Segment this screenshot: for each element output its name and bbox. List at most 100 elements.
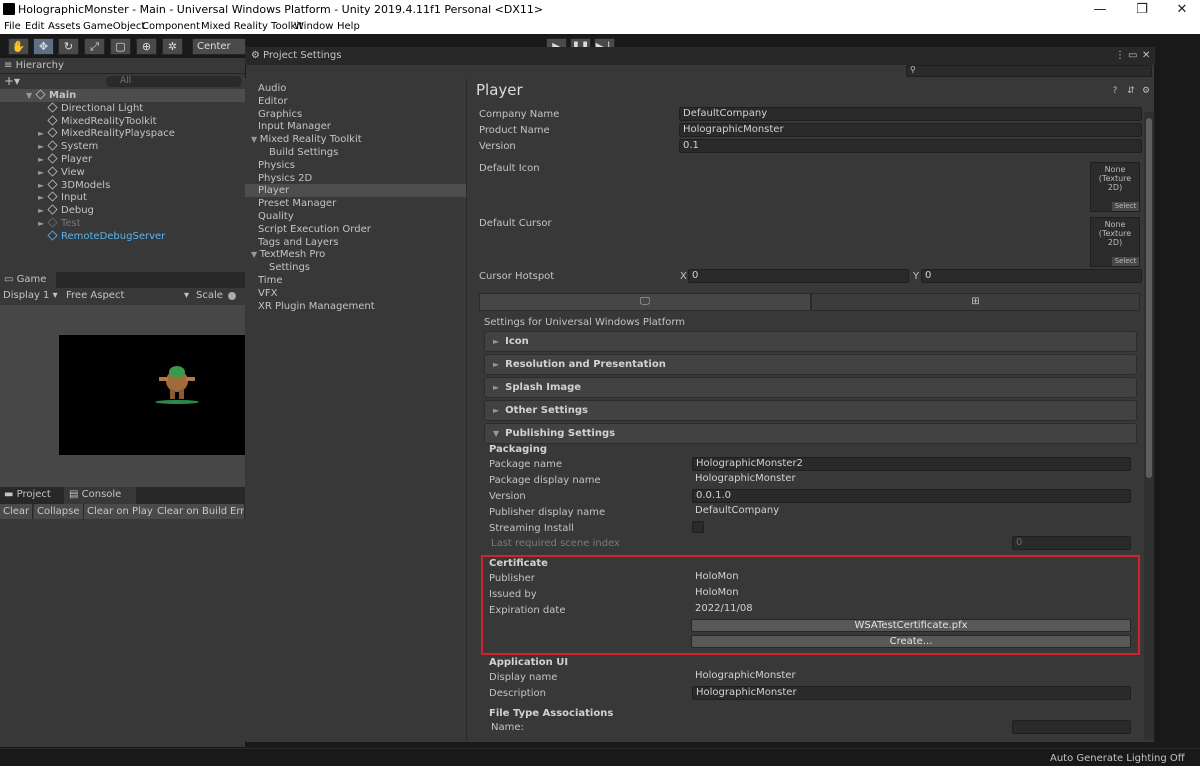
menu-component[interactable]: Component bbox=[142, 19, 200, 34]
add-object-icon[interactable]: +▾ bbox=[4, 74, 20, 89]
settings-category[interactable]: Script Execution Order bbox=[245, 223, 466, 236]
minimize-icon[interactable]: — bbox=[1080, 0, 1120, 19]
settings-category[interactable]: VFX bbox=[245, 287, 466, 300]
menu-assets[interactable]: Assets bbox=[48, 19, 81, 34]
console-clear-button[interactable]: Clear bbox=[0, 504, 34, 519]
publishing-section[interactable]: ▼ Publishing Settings bbox=[484, 423, 1137, 444]
settings-category[interactable]: ▼ Mixed Reality Toolkit bbox=[245, 133, 466, 146]
close-panel-icon[interactable]: ✕ bbox=[1142, 47, 1150, 65]
settings-category[interactable]: Input Manager bbox=[245, 120, 466, 133]
hierarchy-item[interactable]: ► Debug bbox=[0, 204, 245, 217]
settings-category[interactable]: XR Plugin Management bbox=[245, 300, 466, 313]
settings-category[interactable]: Physics bbox=[245, 159, 466, 172]
icon-section[interactable]: ► Icon bbox=[484, 331, 1137, 352]
foldout-arrow-icon[interactable]: ► bbox=[38, 191, 48, 204]
resolution-section[interactable]: ► Resolution and Presentation bbox=[484, 354, 1137, 375]
console-collapse-button[interactable]: Collapse bbox=[34, 504, 84, 519]
window-options-icon[interactable]: ⋮ bbox=[1115, 47, 1125, 65]
foldout-arrow-icon[interactable]: ► bbox=[38, 153, 48, 166]
hierarchy-item[interactable]: ► Player bbox=[0, 153, 245, 166]
company-name-field[interactable]: DefaultCompany bbox=[679, 107, 1142, 121]
package-version-field[interactable]: 0.0.1.0 bbox=[692, 489, 1131, 503]
maximize-panel-icon[interactable]: ▭ bbox=[1128, 47, 1137, 65]
uwp-platform-tab[interactable]: ⊞ bbox=[811, 293, 1140, 311]
move-tool-icon[interactable]: ✥ bbox=[33, 38, 54, 55]
hotspot-y-field[interactable]: 0 bbox=[921, 269, 1142, 283]
hotspot-x-field[interactable]: 0 bbox=[688, 269, 909, 283]
transform-tool-icon[interactable]: ⊕ bbox=[136, 38, 157, 55]
hierarchy-item[interactable]: ► 3DModels bbox=[0, 179, 245, 192]
custom-tool-icon[interactable]: ✲ bbox=[162, 38, 183, 55]
streaming-install-checkbox[interactable] bbox=[692, 521, 704, 533]
settings-category[interactable]: ▼ TextMesh Pro bbox=[245, 248, 466, 261]
scale-tool-icon[interactable]: ⤢ bbox=[84, 38, 105, 55]
other-settings-section[interactable]: ► Other Settings bbox=[484, 400, 1137, 421]
foldout-arrow-icon[interactable]: ► bbox=[38, 140, 48, 153]
settings-category[interactable]: Physics 2D bbox=[245, 172, 466, 185]
hierarchy-item[interactable]: ► System bbox=[0, 140, 245, 153]
hierarchy-search-input[interactable]: All bbox=[106, 76, 242, 87]
display-dropdown[interactable]: Display 1 ▾ bbox=[3, 290, 58, 301]
settings-search-input[interactable]: ⚲ bbox=[906, 65, 1152, 77]
product-name-field[interactable]: HolographicMonster bbox=[679, 123, 1142, 137]
hierarchy-item[interactable]: ► View bbox=[0, 166, 245, 179]
default-icon-slot[interactable]: None (Texture 2D) Select bbox=[1090, 162, 1140, 212]
help-icon[interactable]: ? bbox=[1110, 86, 1120, 96]
description-field[interactable]: HolographicMonster bbox=[692, 686, 1131, 700]
hierarchy-item[interactable]: ► Input bbox=[0, 191, 245, 204]
close-icon[interactable]: ✕ bbox=[1162, 0, 1200, 19]
hand-tool-icon[interactable]: ✋ bbox=[8, 38, 29, 55]
default-icon-select-button[interactable]: Select bbox=[1112, 202, 1139, 211]
foldout-arrow-icon[interactable]: ► bbox=[38, 217, 48, 230]
hierarchy-item[interactable]: ▼ Main bbox=[0, 89, 245, 102]
settings-category[interactable]: Build Settings bbox=[245, 146, 466, 159]
hierarchy-item[interactable]: ► MixedRealityPlayspace bbox=[0, 127, 245, 140]
settings-category[interactable]: Settings bbox=[245, 261, 466, 274]
foldout-arrow-icon[interactable]: ► bbox=[38, 127, 48, 140]
default-cursor-slot[interactable]: None (Texture 2D) Select bbox=[1090, 217, 1140, 267]
settings-category[interactable]: Graphics bbox=[245, 108, 466, 121]
hierarchy-item[interactable]: RemoteDebugServer bbox=[0, 230, 245, 243]
settings-scrollbar-thumb[interactable] bbox=[1146, 118, 1152, 478]
menu-gameobject[interactable]: GameObject bbox=[83, 19, 145, 34]
foldout-arrow-icon[interactable]: ► bbox=[38, 204, 48, 217]
aspect-dropdown[interactable]: Free Aspect ▾ bbox=[66, 290, 189, 301]
settings-category[interactable]: Time bbox=[245, 274, 466, 287]
hierarchy-item[interactable]: ► Test bbox=[0, 217, 245, 230]
default-cursor-select-button[interactable]: Select bbox=[1112, 257, 1139, 266]
menu-mixed-reality-toolkit[interactable]: Mixed Reality Toolkit bbox=[201, 19, 303, 34]
version-field[interactable]: 0.1 bbox=[679, 139, 1142, 153]
foldout-arrow-icon[interactable]: ► bbox=[38, 179, 48, 192]
pivot-center-toggle[interactable]: Center bbox=[192, 38, 246, 55]
console-clear-on-play-button[interactable]: Clear on Play bbox=[84, 504, 157, 519]
splash-section[interactable]: ► Splash Image bbox=[484, 377, 1137, 398]
maximize-icon[interactable]: ❐ bbox=[1122, 0, 1162, 19]
package-name-field[interactable]: HolographicMonster2 bbox=[692, 457, 1131, 471]
settings-category[interactable]: Quality bbox=[245, 210, 466, 223]
hierarchy-tab[interactable]: ≡ Hierarchy bbox=[0, 58, 245, 74]
settings-category[interactable]: Player bbox=[245, 184, 466, 198]
foldout-arrow-icon[interactable]: ▼ bbox=[26, 89, 36, 102]
scale-slider[interactable] bbox=[228, 292, 245, 300]
menu-edit[interactable]: Edit bbox=[25, 19, 44, 34]
settings-gear-icon[interactable]: ⚙ bbox=[1141, 86, 1151, 96]
console-tab[interactable]: ▤ Console bbox=[64, 487, 136, 504]
chevron-down-icon[interactable]: ▼ bbox=[251, 135, 260, 144]
hierarchy-item[interactable]: Directional Light bbox=[0, 102, 245, 115]
foldout-arrow-icon[interactable]: ► bbox=[38, 166, 48, 179]
settings-category[interactable]: Preset Manager bbox=[245, 197, 466, 210]
file-type-name-field[interactable] bbox=[1012, 720, 1131, 734]
settings-category[interactable]: Tags and Layers bbox=[245, 236, 466, 249]
chevron-down-icon[interactable]: ▼ bbox=[251, 250, 260, 259]
rect-tool-icon[interactable]: ▢ bbox=[110, 38, 131, 55]
preset-icon[interactable]: ⇵ bbox=[1126, 86, 1136, 96]
rotate-tool-icon[interactable]: ↻ bbox=[58, 38, 79, 55]
standalone-platform-tab[interactable]: 🖵 bbox=[479, 293, 811, 311]
console-clear-on-build-button[interactable]: Clear on Build bbox=[154, 504, 232, 519]
menu-help[interactable]: Help bbox=[337, 19, 360, 34]
menu-file[interactable]: File bbox=[4, 19, 21, 34]
console-error-pause-button[interactable]: Error bbox=[227, 504, 245, 519]
settings-category[interactable]: Editor bbox=[245, 95, 466, 108]
game-tab[interactable]: ▭ Game bbox=[0, 272, 56, 288]
hierarchy-item[interactable]: MixedRealityToolkit bbox=[0, 115, 245, 128]
